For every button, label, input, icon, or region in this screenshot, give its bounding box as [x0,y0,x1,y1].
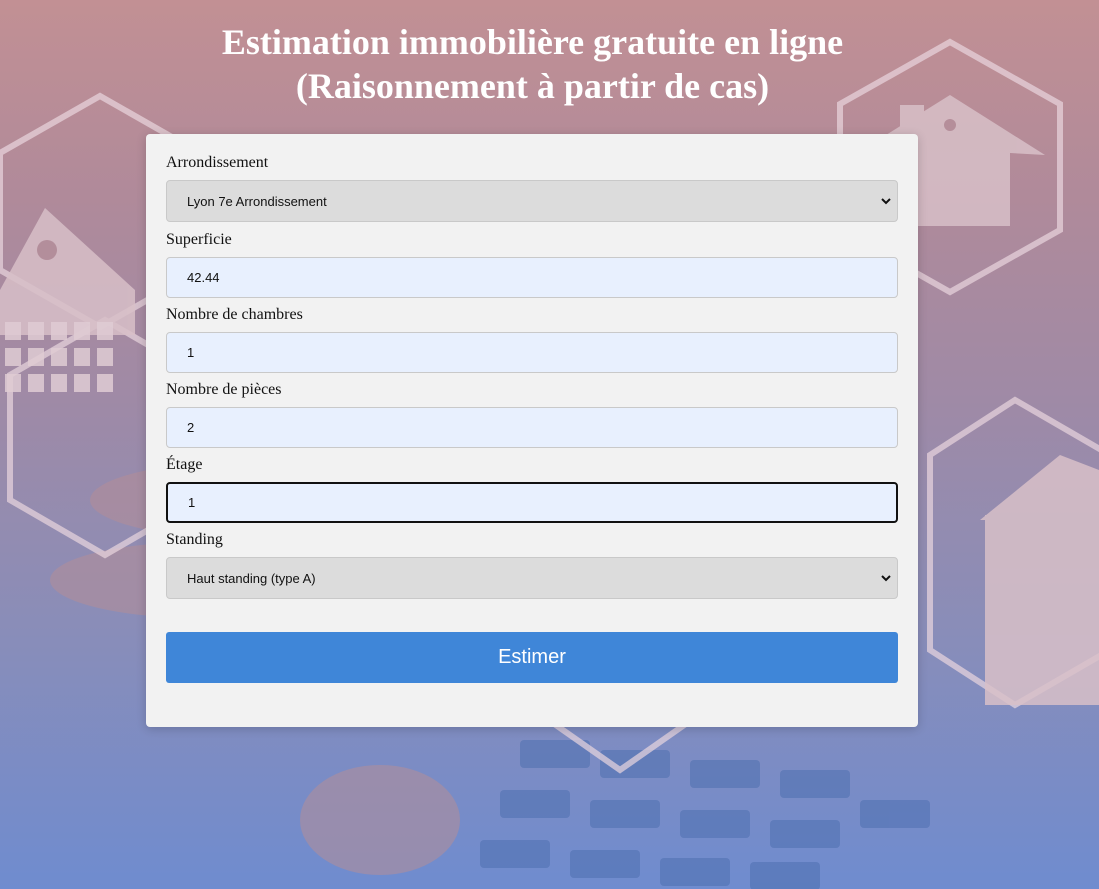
pieces-value: 2 [187,420,195,435]
page-title-line1: Estimation immobilière gratuite en ligne [221,22,844,62]
etage-label: Étage [166,456,203,473]
page-title-line2: (Raisonnement à partir de cas) [295,66,770,106]
arrondissement-select[interactable]: Lyon 7e Arrondissement [166,180,898,222]
standing-select[interactable]: Haut standing (type A) [166,557,898,599]
pieces-label: Nombre de pièces [166,381,282,398]
superficie-input[interactable]: 42.44 [166,257,898,298]
chambres-value: 1 [187,345,195,360]
standing-value: Haut standing (type A) [187,570,316,586]
page-title: Estimation immobilière gratuite en ligne… [0,20,1065,108]
keyboard-keys [480,740,930,889]
standing-label: Standing [166,531,223,548]
pieces-input[interactable]: 2 [166,407,898,448]
superficie-value: 42.44 [187,270,220,285]
estimation-form: Arrondissement Lyon 7e Arrondissement Su… [146,134,918,727]
superficie-label: Superficie [166,231,232,248]
chevron-down-icon [881,575,891,582]
chevron-down-icon [881,198,891,205]
chambres-input[interactable]: 1 [166,332,898,373]
etage-input[interactable]: 1 [166,482,898,523]
etage-value: 1 [188,495,196,510]
chambres-label: Nombre de chambres [166,306,303,323]
estimer-button[interactable]: Estimer [166,632,898,683]
arrondissement-value: Lyon 7e Arrondissement [187,193,327,209]
arrondissement-label: Arrondissement [166,154,269,171]
